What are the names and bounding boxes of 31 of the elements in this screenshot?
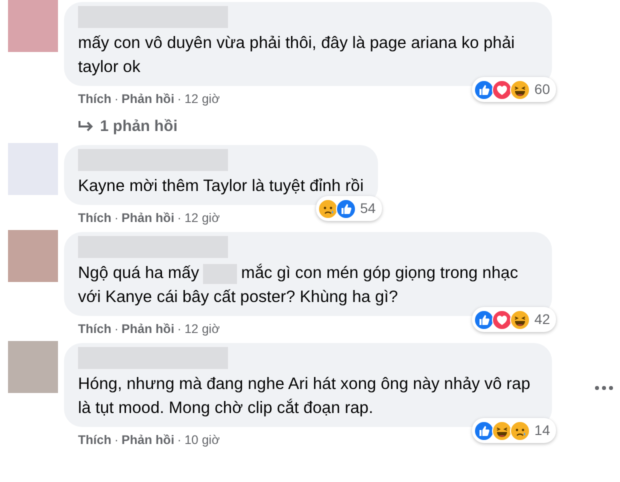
reaction-summary[interactable]: 54 [316, 196, 382, 221]
timestamp[interactable]: 12 giờ [184, 210, 220, 226]
separator-dot: · [177, 91, 182, 107]
action-link[interactable]: Phản hồi [122, 432, 174, 448]
more-options-icon[interactable] [594, 385, 614, 391]
separator-dot: · [177, 432, 182, 448]
action-link[interactable]: Thích [78, 321, 112, 337]
separator-dot: · [114, 91, 119, 107]
reaction-summary[interactable]: 14 [472, 418, 556, 443]
action-link[interactable]: Phản hồi [122, 321, 174, 337]
reaction-summary[interactable]: 60 [472, 77, 556, 102]
reply-arrow-icon [78, 120, 94, 134]
action-link[interactable]: Thích [78, 432, 112, 448]
action-link[interactable]: Thích [78, 91, 112, 107]
timestamp[interactable]: 12 giờ [184, 321, 220, 337]
separator-dot: · [177, 210, 182, 226]
separator-dot: · [114, 210, 119, 226]
view-replies-link[interactable]: 1 phản hồi [64, 107, 620, 139]
action-link[interactable]: Thích [78, 210, 112, 226]
comment-text: Hóng, nhưng mà đang nghe Ari hát xong ông này nhảy vô rap là tụt mood. Mong chờ clip cắt đoạn rap. [78, 374, 532, 419]
timestamp[interactable]: 10 giờ [184, 432, 220, 448]
separator-dot: · [177, 321, 182, 337]
comment-text: Ngộ quá ha mấy mắc gì con mén góp giọng trong nhạc với Kanye cái bây cất poster? Khùng ha gì? [78, 262, 520, 308]
comment-text: Kayne mời thêm Taylor là tuyệt đỉnh rồi [78, 176, 364, 197]
timestamp[interactable]: 12 giờ [184, 91, 220, 107]
action-link[interactable]: Phản hồi [122, 210, 174, 226]
comment-text: mấy con vô duyên vừa phải thôi, đây là page ariana ko phải taylor ok [78, 33, 516, 78]
separator-dot: · [114, 432, 119, 448]
reaction-summary[interactable]: 42 [472, 307, 556, 332]
action-link[interactable]: Phản hồi [122, 91, 174, 107]
separator-dot: · [114, 321, 119, 337]
